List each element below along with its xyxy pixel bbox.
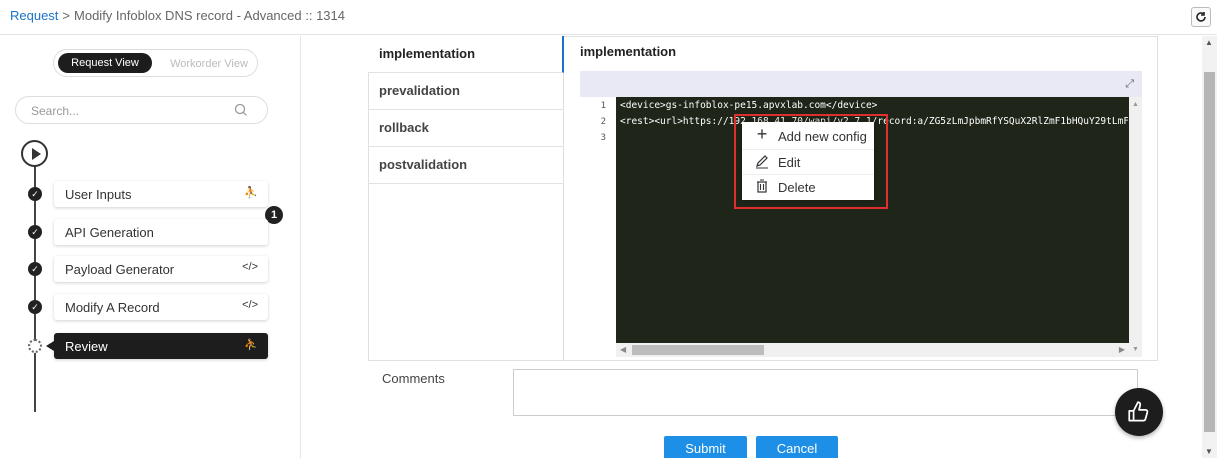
menu-item-label: Edit xyxy=(778,155,801,170)
refresh-icon xyxy=(1196,12,1206,22)
step-review[interactable]: Review ⛹ xyxy=(46,333,268,359)
scrollbar-thumb[interactable] xyxy=(1204,72,1215,432)
expand-icon[interactable]: ⤢ xyxy=(1125,78,1134,91)
workorder-view-toggle[interactable]: Workorder View xyxy=(164,54,254,74)
step-label: Modify A Record xyxy=(65,300,160,315)
user-icon: ⛹ xyxy=(244,187,258,199)
search-input[interactable]: Search... xyxy=(15,96,268,124)
step-payload-generator[interactable]: Payload Generator </> xyxy=(54,256,268,282)
approve-button[interactable] xyxy=(1115,388,1163,436)
refresh-button[interactable] xyxy=(1191,7,1211,27)
play-icon[interactable] xyxy=(21,140,48,167)
workflow-sidebar: Request View Workorder View Search... ✓ … xyxy=(0,36,286,458)
scroll-down-icon[interactable]: ▼ xyxy=(1205,447,1213,456)
scroll-down-icon[interactable]: ▼ xyxy=(1132,346,1139,353)
scroll-up-icon[interactable]: ▲ xyxy=(1205,38,1213,47)
step-label: User Inputs xyxy=(65,187,132,202)
view-toggle: Request View Workorder View xyxy=(53,49,258,77)
config-tabs: implementation prevalidation rollback po… xyxy=(368,36,564,361)
pencil-icon xyxy=(756,155,768,169)
line-number: 2 xyxy=(600,117,606,127)
breadcrumb: Request > Modify Infoblox DNS record - Adv… xyxy=(10,8,345,23)
breadcrumb-separator: > xyxy=(62,8,71,23)
step-api-generation[interactable]: API Generation xyxy=(54,219,268,245)
context-menu: + Add new config Edit Delete xyxy=(742,122,874,200)
tab-postvalidation[interactable]: postvalidation xyxy=(368,147,564,184)
scroll-up-icon[interactable]: ▲ xyxy=(1132,101,1139,108)
scroll-right-icon[interactable]: ▶ xyxy=(1119,345,1125,354)
step-user-inputs[interactable]: User Inputs ⛹ xyxy=(54,181,268,207)
step-label: Review xyxy=(65,339,108,354)
step-label: Payload Generator xyxy=(65,262,175,277)
menu-item-delete[interactable]: Delete xyxy=(742,174,874,199)
scroll-left-icon[interactable]: ◀ xyxy=(620,345,626,354)
comments-textarea[interactable] xyxy=(513,369,1138,416)
check-icon: ✓ xyxy=(28,225,42,239)
step-label: API Generation xyxy=(65,225,154,240)
editor-title: implementation xyxy=(580,44,677,59)
gutter-bottom xyxy=(580,343,616,357)
in-progress-icon xyxy=(28,339,42,353)
line-gutter: 1 2 3 xyxy=(580,97,616,343)
user-icon: ⛹ xyxy=(244,339,258,351)
check-icon: ✓ xyxy=(28,187,42,201)
scrollbar-thumb[interactable] xyxy=(632,345,764,355)
submit-button[interactable]: Submit xyxy=(664,436,747,458)
line-number: 1 xyxy=(600,101,606,111)
code-line[interactable]: <device>gs-infoblox-pe15.apvxlab.com</de… xyxy=(620,100,1128,111)
breadcrumb-current: Modify Infoblox DNS record - Advanced ::… xyxy=(74,8,345,23)
top-bar: Request > Modify Infoblox DNS record - Adv… xyxy=(0,0,1217,35)
tab-implementation[interactable]: implementation xyxy=(368,36,564,73)
comments-label: Comments xyxy=(382,371,445,386)
editor-horizontal-scrollbar[interactable]: ◀ ▶ xyxy=(616,343,1129,357)
editor-vertical-scrollbar[interactable]: ▲ ▼ xyxy=(1129,97,1142,357)
plus-icon: + xyxy=(756,124,768,144)
check-icon: ✓ xyxy=(28,262,42,276)
code-icon: </> xyxy=(242,299,258,311)
tab-rollback[interactable]: rollback xyxy=(368,110,564,147)
menu-item-label: Delete xyxy=(778,180,816,195)
page-scrollbar[interactable]: ▲ ▼ xyxy=(1202,36,1217,458)
thumbs-up-icon xyxy=(1128,401,1149,422)
menu-item-edit[interactable]: Edit xyxy=(742,149,874,174)
tab-prevalidation[interactable]: prevalidation xyxy=(368,73,564,110)
step-modify-a-record[interactable]: Modify A Record </> xyxy=(54,294,268,320)
check-icon: ✓ xyxy=(28,300,42,314)
trash-icon xyxy=(757,179,767,193)
line-number: 3 xyxy=(600,133,606,143)
request-view-toggle[interactable]: Request View xyxy=(58,53,152,73)
menu-item-add-new-config[interactable]: + Add new config xyxy=(742,124,874,149)
menu-item-label: Add new config xyxy=(778,129,867,144)
search-icon xyxy=(234,103,247,116)
breadcrumb-root-link[interactable]: Request xyxy=(10,8,58,23)
cancel-button[interactable]: Cancel xyxy=(756,436,838,458)
search-placeholder: Search... xyxy=(31,104,80,118)
code-icon: </> xyxy=(242,261,258,273)
editor-toolbar: ⤢ xyxy=(580,71,1142,97)
